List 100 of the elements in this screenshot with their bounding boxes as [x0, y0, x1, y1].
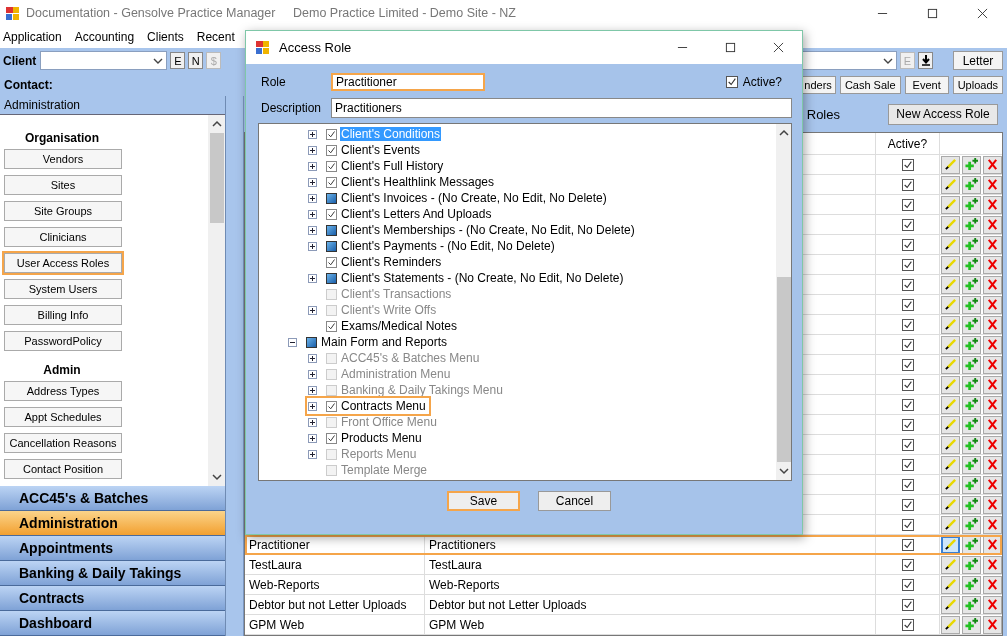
checkbox[interactable]: [901, 458, 914, 471]
edit-button[interactable]: [940, 255, 960, 274]
edit-button[interactable]: [940, 455, 960, 474]
tree-row[interactable]: Client's Full History: [307, 158, 447, 174]
sidebar-button[interactable]: Cancellation Reasons: [4, 433, 122, 453]
checkbox[interactable]: [901, 538, 914, 551]
toolbar-button[interactable]: E: [170, 52, 186, 69]
delete-button[interactable]: [982, 415, 1002, 434]
checkbox[interactable]: [326, 256, 337, 268]
checkbox[interactable]: [326, 128, 337, 140]
edit-button[interactable]: [940, 375, 960, 394]
scroll-up-icon[interactable]: [211, 120, 222, 128]
copy-button[interactable]: [961, 375, 981, 394]
checkbox[interactable]: [901, 178, 914, 191]
role-field[interactable]: Practitioner: [331, 73, 485, 91]
copy-button[interactable]: [961, 215, 981, 234]
toolbar-button[interactable]: N: [188, 52, 204, 69]
copy-button[interactable]: [961, 395, 981, 414]
copy-button[interactable]: [961, 355, 981, 374]
menu-item[interactable]: Accounting: [74, 30, 135, 44]
sidebar-button[interactable]: Sites: [4, 175, 122, 195]
dialog-button[interactable]: Save: [447, 491, 520, 511]
sidebar-button[interactable]: System Users: [4, 279, 122, 299]
tree-item[interactable]: Client's Write Offs: [340, 303, 438, 317]
checkbox[interactable]: [326, 320, 337, 332]
scroll-thumb[interactable]: [776, 277, 791, 462]
sidebar-button[interactable]: Address Types: [4, 381, 122, 401]
delete-button[interactable]: [982, 535, 1002, 554]
checkbox[interactable]: [901, 198, 914, 211]
tree-item[interactable]: Client's Transactions: [340, 287, 453, 301]
checkbox[interactable]: [901, 498, 914, 511]
tree-item[interactable]: Client's Letters And Uploads: [340, 207, 493, 221]
copy-button[interactable]: [961, 475, 981, 494]
copy-button[interactable]: [961, 595, 981, 614]
tree-row[interactable]: Client's Events: [307, 142, 423, 158]
tree-row[interactable]: Client's Payments - (No Edit, No Delete): [307, 238, 558, 254]
copy-button[interactable]: [961, 415, 981, 434]
checkbox[interactable]: [901, 598, 914, 611]
sidebar-button[interactable]: Billing Info: [4, 305, 122, 325]
tree-item[interactable]: Client's Memberships - (No Create, No Edit, No Delete): [340, 223, 636, 237]
expand-icon[interactable]: [308, 401, 317, 411]
scroll-thumb[interactable]: [209, 133, 224, 223]
tree-row[interactable]: Client's Transactions: [307, 286, 455, 302]
sidebar-button[interactable]: Vendors: [4, 149, 122, 169]
copy-button[interactable]: [961, 575, 981, 594]
nav-item[interactable]: Contracts: [0, 586, 225, 611]
expand-icon[interactable]: [308, 241, 317, 251]
tree-item[interactable]: Client's Events: [340, 143, 421, 157]
delete-button[interactable]: [982, 195, 1002, 214]
tree-item[interactable]: Template Merge: [340, 463, 429, 477]
checkbox[interactable]: [326, 240, 337, 252]
tree-row[interactable]: Client's Invoices - (No Create, No Edit, No Delete): [307, 190, 610, 206]
edit-button[interactable]: [940, 435, 960, 454]
expand-icon[interactable]: [308, 145, 317, 155]
tree-item[interactable]: Products Menu: [340, 431, 423, 445]
delete-button[interactable]: [982, 515, 1002, 534]
edit-button[interactable]: [940, 175, 960, 194]
tree-item[interactable]: Client's Invoices - (No Create, No Edit, No Delete): [340, 191, 608, 205]
expand-icon[interactable]: [308, 417, 317, 427]
expand-icon[interactable]: [308, 449, 317, 459]
copy-button[interactable]: [961, 175, 981, 194]
scrollbar[interactable]: [776, 124, 791, 480]
tree-item[interactable]: Contracts Menu: [340, 399, 427, 413]
checkbox[interactable]: [901, 298, 914, 311]
checkbox[interactable]: [326, 208, 337, 220]
table-row[interactable]: Web-Reports Web-Reports: [245, 575, 1002, 595]
checkbox[interactable]: [901, 158, 914, 171]
delete-button[interactable]: [982, 575, 1002, 594]
copy-button[interactable]: [961, 555, 981, 574]
checkbox[interactable]: [901, 518, 914, 531]
table-row[interactable]: Debtor but not Letter Uploads Debtor but not Letter Uploads: [245, 595, 1002, 615]
new-role-button[interactable]: New Access Role: [888, 103, 998, 125]
tree-row[interactable]: Administration Menu: [307, 366, 454, 382]
tree-item[interactable]: Client's Reminders: [340, 255, 443, 269]
tree-row[interactable]: Client's Memberships - (No Create, No Edit, No Delete): [307, 222, 638, 238]
tree-row[interactable]: Client's Write Offs: [307, 302, 440, 318]
copy-button[interactable]: [961, 235, 981, 254]
edit-button[interactable]: [940, 495, 960, 514]
copy-button[interactable]: [961, 195, 981, 214]
expand-icon[interactable]: [308, 385, 317, 395]
delete-button[interactable]: [982, 555, 1002, 574]
delete-button[interactable]: [982, 455, 1002, 474]
checkbox[interactable]: [326, 160, 337, 172]
expand-icon[interactable]: [308, 369, 317, 379]
table-row[interactable]: Practitioner Practitioners: [245, 535, 1002, 555]
tree-row[interactable]: Client's Letters And Uploads: [307, 206, 495, 222]
checkbox[interactable]: [901, 258, 914, 271]
tree-item[interactable]: Client's Healthlink Messages: [340, 175, 496, 189]
nav-item[interactable]: ACC45's & Batches: [0, 486, 225, 511]
delete-button[interactable]: [982, 315, 1002, 334]
edit-button[interactable]: [940, 475, 960, 494]
checkbox[interactable]: [901, 358, 914, 371]
checkbox[interactable]: [901, 318, 914, 331]
tree-row[interactable]: ACC45's & Batches Menu: [307, 350, 483, 366]
tree-row[interactable]: Client's Reminders: [307, 254, 445, 270]
edit-button[interactable]: [940, 215, 960, 234]
checkbox[interactable]: [901, 238, 914, 251]
tree-item[interactable]: Exams/Medical Notes: [340, 319, 459, 333]
delete-button[interactable]: [982, 215, 1002, 234]
copy-button[interactable]: [961, 495, 981, 514]
